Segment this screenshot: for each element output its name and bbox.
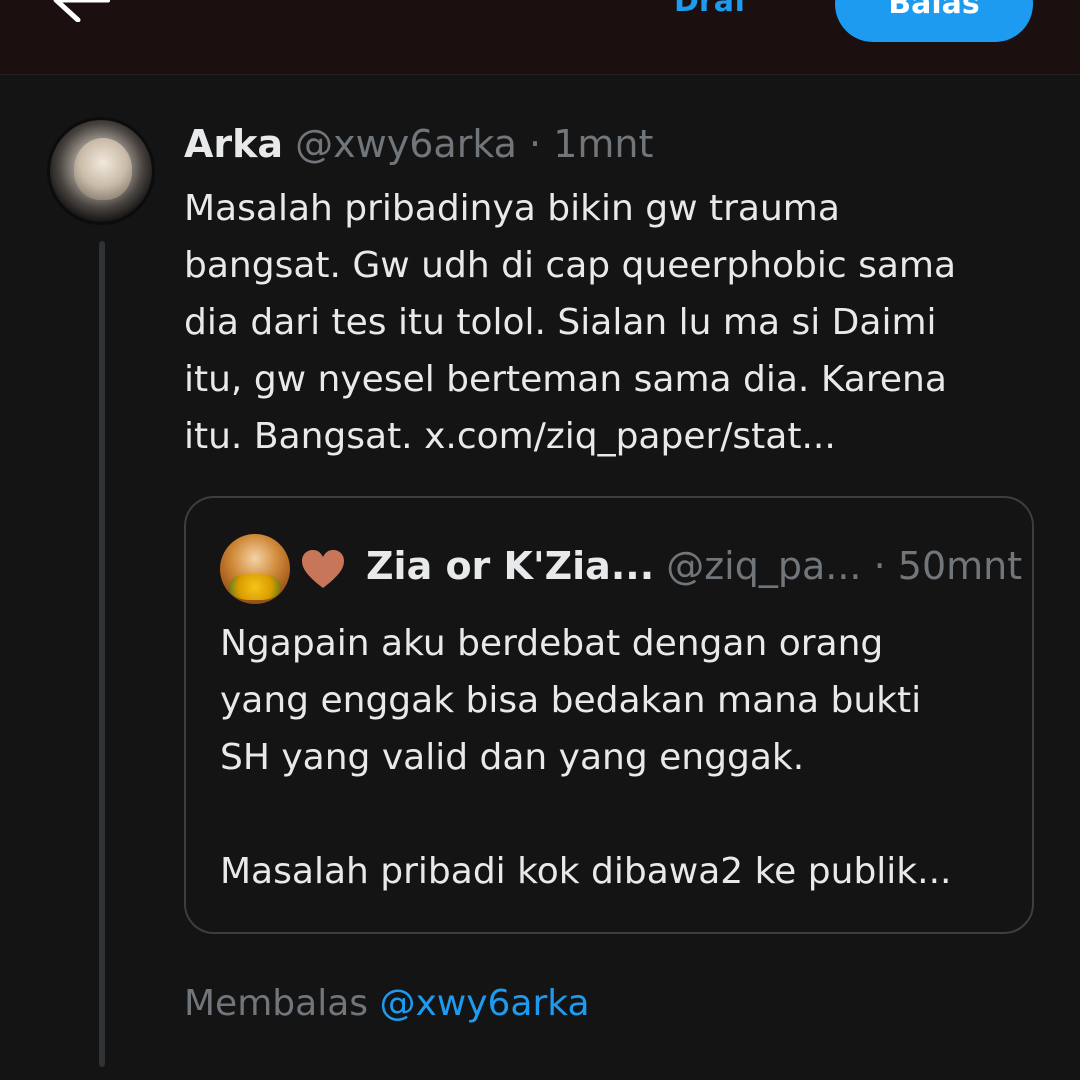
tweet-header: Arka @xwy6arka · 1mnt [184,120,653,168]
compose-reply-screen: Draf Balas Arka @xwy6arka · 1mnt Masalah… [0,0,1080,1080]
quoted-timestamp: 50mnt [897,544,1023,588]
avatar-image [74,138,132,200]
avatar[interactable] [47,117,155,225]
tweet-text: Masalah pribadinya bikin gw trauma bangs… [184,188,957,457]
replying-to-label: Membalas [184,983,369,1024]
back-arrow-icon[interactable] [50,0,110,22]
reply-button[interactable]: Balas [835,0,1033,42]
thread-line [99,241,105,1067]
quoted-handle: @ziq_pa... [666,544,862,588]
heart-icon [302,550,344,588]
quoted-tweet-text: Ngapain aku berdebat dengan orang yang e… [220,623,952,892]
timestamp: 1mnt [553,122,654,166]
quoted-avatar-image [230,574,280,600]
quoted-separator-dot: · [873,544,886,588]
quoted-display-name: Zia or K'Zia... [366,544,655,588]
separator-dot: · [529,122,542,166]
replying-to: Membalas @xwy6arka [184,980,590,1028]
quoted-tweet-header: Zia or K'Zia... @ziq_pa... · 50mnt [366,542,1022,590]
user-handle[interactable]: @xwy6arka [295,122,517,166]
display-name[interactable]: Arka [184,122,283,166]
top-bar: Draf Balas [0,0,1080,75]
quoted-avatar [220,534,290,604]
quoted-tweet-card[interactable]: Zia or K'Zia... @ziq_pa... · 50mnt Ngapa… [184,496,1034,934]
drafts-button[interactable]: Draf [674,0,747,22]
replying-to-handle[interactable]: @xwy6arka [379,983,589,1024]
